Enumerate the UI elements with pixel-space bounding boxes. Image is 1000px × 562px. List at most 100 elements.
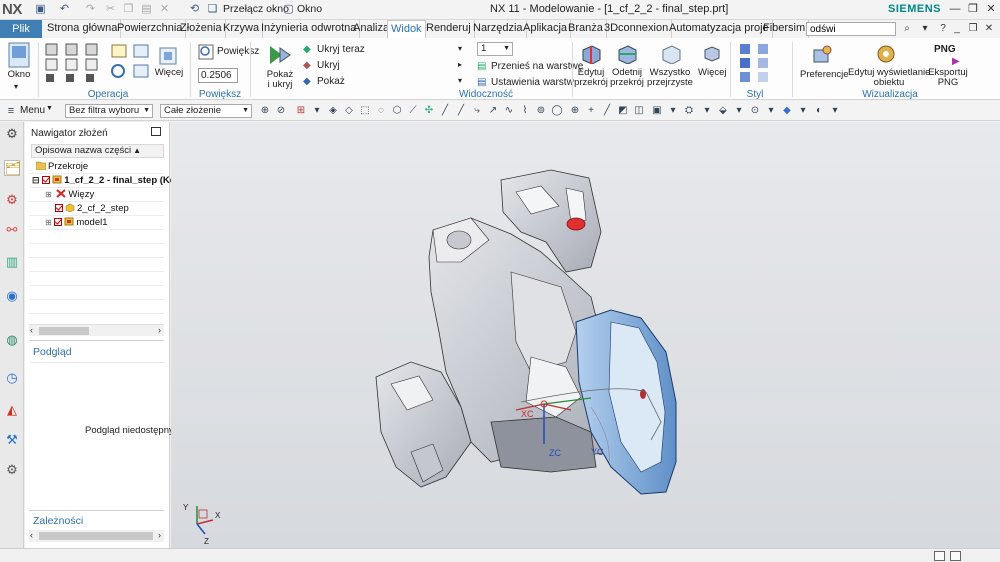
switch-window-button[interactable]: Przełącz okno [223, 2, 289, 17]
select-face-icon[interactable]: ⬡ [390, 104, 404, 118]
selection-options-icon[interactable]: ⊞ [294, 104, 308, 118]
all-transparent-button[interactable]: Wszystko przejrzyste [646, 68, 694, 88]
shaded-dropdown-icon[interactable]: ▾ [796, 104, 810, 118]
navigator-horizontal-scrollbar[interactable]: ‹ › [29, 324, 164, 336]
arc-center-icon[interactable]: ⊚ [534, 104, 548, 118]
tab-curve[interactable]: Krzywa [220, 20, 264, 38]
show-icon[interactable]: ◆ [303, 76, 311, 87]
tab-home[interactable]: Strona główna [44, 20, 122, 38]
paste-icon[interactable]: ▤ [140, 3, 153, 16]
history-icon[interactable]: ◷ [4, 370, 20, 386]
orient-view-icon[interactable]: ⊙ [748, 104, 762, 118]
selection-scope-select[interactable]: Całe złożenie ▼ [160, 104, 252, 118]
3d-model-view[interactable]: XC ZC YC Y X Z [171, 122, 1000, 548]
redo-icon[interactable]: ↷ [84, 3, 97, 16]
end-point-icon[interactable]: ╱ [438, 104, 452, 118]
switch-window-icon[interactable]: ❏ [206, 3, 219, 16]
select-body-icon[interactable]: ◇ [342, 104, 356, 118]
rectangle-select-icon[interactable]: ⬚ [358, 104, 372, 118]
show-hide-icon[interactable] [268, 44, 292, 66]
point-on-face-icon[interactable]: ◩ [616, 104, 630, 118]
control-point-icon[interactable]: ⤷ [470, 104, 484, 118]
help-icon[interactable]: ? [936, 22, 950, 36]
constraint-navigator-icon[interactable]: ⚙ [4, 192, 20, 208]
show-and-hide-button[interactable]: Pokaż i ukryj [262, 70, 298, 90]
repeat-command-icon[interactable]: ⟲ [188, 3, 201, 16]
tree-row-component-2-cf-2-step[interactable]: 2_cf_2_step [55, 202, 129, 215]
orient-dropdown-icon[interactable]: ▾ [764, 104, 778, 118]
scrollbar-thumb[interactable] [39, 327, 89, 335]
part-navigator-icon[interactable]: ⚯ [4, 222, 20, 238]
window-menu-button[interactable]: Okno [297, 2, 322, 17]
view-tools-icon[interactable]: ⬙ [716, 104, 730, 118]
snap-point-icon[interactable]: ✣ [422, 104, 436, 118]
edit-object-display-button[interactable]: Edytuj wyświetlanie obiektu [848, 68, 930, 88]
doc-minimize-icon[interactable]: _ [950, 22, 964, 36]
mid-point-icon[interactable]: ╱ [454, 104, 468, 118]
dependencies-horizontal-scrollbar[interactable]: ‹ › [29, 530, 164, 542]
system-materials-icon[interactable]: ◭ [4, 402, 20, 418]
hide-button[interactable]: Ukryj [317, 60, 340, 71]
cut-icon[interactable]: ✂ [104, 3, 117, 16]
view-tools-dropdown-icon[interactable]: ▾ [732, 104, 746, 118]
delete-icon[interactable]: ✕ [158, 3, 171, 16]
resource-bar-settings-icon[interactable]: ⚙ [4, 126, 20, 142]
section-view-icon[interactable]: ⛭ [682, 104, 696, 118]
quadrant-point-icon[interactable]: ⊕ [568, 104, 582, 118]
more-view-icon[interactable] [158, 46, 178, 66]
tangent-icon[interactable]: ⌇ [518, 104, 532, 118]
intersection-icon[interactable]: ↗ [486, 104, 500, 118]
move-to-layer-icon[interactable]: ▤ [477, 61, 486, 72]
select-all-icon[interactable]: ⊕ [258, 104, 272, 118]
lasso-icon[interactable]: ◌ [374, 104, 388, 118]
window-button[interactable]: Okno [4, 70, 34, 80]
scrollbar-thumb-2[interactable] [39, 532, 153, 540]
tab-file[interactable]: Plik [0, 20, 42, 38]
web-browser-icon[interactable]: ◍ [4, 332, 20, 348]
show-button[interactable]: Pokaż [317, 76, 345, 87]
snap-options-icon[interactable]: ▾ [666, 104, 680, 118]
move-to-layer-button[interactable]: Przenieś na warstwę [491, 61, 583, 72]
status-fullscreen-icon[interactable] [950, 551, 961, 561]
edit-section-button[interactable]: Edytuj przekrój [572, 68, 610, 88]
hd3d-tools-icon[interactable]: ◉ [4, 288, 20, 304]
render-style-icons[interactable] [738, 42, 774, 84]
edit-object-display-icon[interactable] [876, 44, 896, 64]
background-dropdown-icon[interactable]: ▾ [828, 104, 842, 118]
column-header[interactable]: Opisowa nazwa części ▲ [31, 144, 164, 158]
hide-now-button[interactable]: Ukryj teraz [317, 44, 365, 55]
tab-tools[interactable]: Narzędzia [470, 20, 527, 38]
more-button-1[interactable]: Więcej [152, 68, 186, 78]
scroll-left-icon-2[interactable]: ‹ [30, 530, 33, 540]
zoom-button[interactable]: Powiększ [217, 46, 259, 57]
tab-3dconnexion[interactable]: 3Dconnexion [601, 20, 673, 38]
command-search-input[interactable] [806, 22, 896, 36]
tab-application[interactable]: Aplikacja [520, 20, 572, 38]
preferences-button[interactable]: Preferencje [800, 70, 849, 80]
clip-section-icon[interactable] [616, 44, 638, 64]
roles-icon[interactable]: ⚙ [4, 462, 20, 478]
preview-section-header[interactable]: Podgląd [29, 340, 164, 362]
tree-row-sections[interactable]: Przekroje [34, 160, 88, 173]
scroll-left-icon[interactable]: ‹ [30, 325, 33, 335]
png-export-icon[interactable]: ▶ [952, 56, 960, 67]
tab-assemblies[interactable]: Złożenia [177, 20, 226, 38]
save-icon[interactable]: ▣ [34, 3, 47, 16]
doc-close-icon[interactable]: ✕ [982, 22, 996, 36]
undo-icon[interactable]: ↶ [58, 3, 71, 16]
hide-now-icon[interactable]: ◆ [303, 44, 311, 55]
tab-fibersim[interactable]: Fibersim [760, 20, 810, 38]
doc-restore-icon[interactable]: ❐ [966, 22, 980, 36]
export-png-button[interactable]: Eksportuj PNG [926, 68, 970, 88]
ribbon-options-icon[interactable]: ▾ [918, 22, 932, 36]
select-edge-icon[interactable]: ⟋ [406, 104, 420, 118]
scroll-right-icon[interactable]: › [158, 325, 161, 335]
tab-surface[interactable]: Powierzchnia [114, 20, 187, 38]
reuse-library-icon[interactable]: ▥ [4, 254, 20, 270]
restore-icon[interactable]: ❐ [964, 2, 982, 17]
tree-row-root-assembly[interactable]: ⊟ 1_cf_2_2 - final_step (Ko [32, 174, 176, 187]
window-icon[interactable]: ▢ [282, 3, 295, 16]
menu-button[interactable]: Menu [20, 105, 45, 116]
curve-icon[interactable]: ∿ [502, 104, 516, 118]
select-feature-icon[interactable]: ◈ [326, 104, 340, 118]
